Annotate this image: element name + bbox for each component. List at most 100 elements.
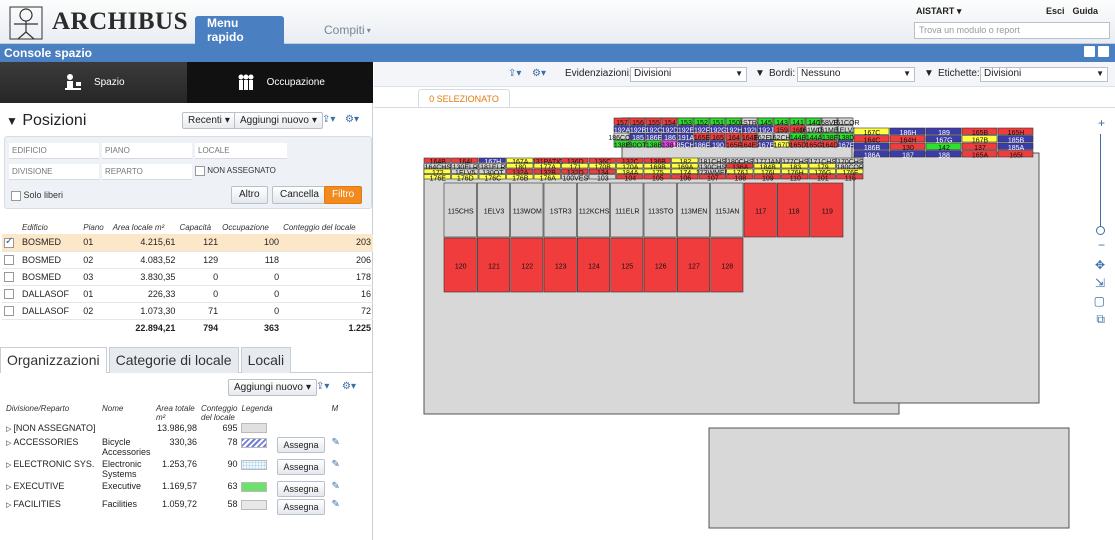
room-field[interactable]: LOCALE [195,143,287,159]
selected-count-tab[interactable]: 0 SELEZIONATO [418,89,510,107]
room-100VES[interactable]: 100VES [561,174,589,183]
floor-plan[interactable]: 157 156 155 154 153 152 151 150 1STR4 145 143 141 14… [374,108,1115,540]
col-capacity[interactable]: Capacità [177,220,220,234]
room-1STR3[interactable]: 1STR3 [543,182,577,238]
room-115JAN[interactable]: 115JAN [710,182,744,238]
cell-edit[interactable]: ✎ [329,498,370,516]
free-only-checkbox[interactable] [11,190,21,201]
fit-icon[interactable]: ⇲ [1095,276,1105,290]
logo[interactable]: ARCHIBUS [6,3,188,41]
filter-funnel-icon[interactable]: ▼ [755,68,765,79]
room-124[interactable]: 124 [577,237,610,293]
room-113WOM[interactable]: 113WOM [510,182,544,238]
export-icon[interactable]: ⇪▾ [322,114,335,125]
assign-button[interactable]: Assegna [277,481,325,497]
gear-icon[interactable]: ⚙▾ [532,68,546,79]
highlights-select[interactable]: Divisioni [630,67,747,82]
room-120[interactable]: 120 [443,237,477,293]
copy-icon[interactable]: ⧉ [1096,312,1105,327]
borders-select[interactable]: Nessuno [797,67,915,82]
cell-edit[interactable] [329,422,370,436]
col-floor[interactable]: Piano [81,220,110,234]
room-117[interactable]: 117 [743,182,777,238]
room-122[interactable]: 122 [510,237,544,293]
row-checkbox[interactable] [2,302,20,320]
cell-division[interactable]: ▷ EXECUTIVE [4,480,100,498]
room-126[interactable]: 126 [643,237,677,293]
assign-button[interactable]: Assegna [277,459,325,475]
cell-division[interactable]: ▷ ELECTRONIC SYS. [4,458,100,480]
org-row[interactable]: ▷ [NON ASSEGNATO] 13.986,98 695 [4,422,370,436]
room-112KCHS[interactable]: 112KCHS [577,182,610,238]
row-checkbox[interactable] [4,271,14,282]
mode-tab-spazio[interactable]: Spazio [0,62,187,103]
row-checkbox[interactable] [2,285,20,303]
room-113MEN[interactable]: 113MEN [676,182,710,238]
labels-select[interactable]: Divisioni [980,67,1108,82]
room-119[interactable]: 119 [810,182,844,238]
row-checkbox[interactable] [4,305,14,316]
floor-field[interactable]: PIANO [102,143,192,159]
mode-tab-occupazione[interactable]: Occupazione [186,62,373,103]
room-115CHS[interactable]: 115CHS [443,182,477,238]
floor-plan-area[interactable]: 157 156 155 154 153 152 151 150 1STR4 145 143 141 14… [374,107,1115,540]
col-area[interactable]: Area locale m² [111,220,178,234]
col-building[interactable]: Edificio [20,220,81,234]
org-row[interactable]: ▷ EXECUTIVE Executive 1.169,57 63 Assegna ✎ [4,480,370,498]
row-checkbox[interactable] [4,288,14,299]
pan-icon[interactable]: ✥ [1095,258,1105,272]
nav-compiti[interactable]: Compiti ▾ [312,16,383,44]
department-field[interactable]: REPARTO [102,164,192,180]
room-165G[interactable]: 165G [805,140,823,150]
division-field[interactable]: DIVISIONE [9,164,99,180]
room-167E[interactable]: 167E [757,140,775,150]
cell-edit[interactable]: ✎ [329,458,370,480]
pencil-icon[interactable]: ✎ [331,459,339,470]
add-new-org-button[interactable]: Aggiungi nuovo ▾ [228,379,317,396]
room-165D[interactable]: 165D [790,140,807,150]
print-icon[interactable] [1084,46,1095,57]
exit-link[interactable]: Esci [1046,6,1065,16]
room-186F[interactable]: 186F [693,140,710,150]
recent-button[interactable]: Recenti ▾ [182,112,236,129]
room-111ELR[interactable]: 111ELR [610,182,644,238]
gear-icon[interactable]: ⚙▾ [345,114,359,125]
zoom-out-icon[interactable]: − [1098,238,1105,252]
room-138B[interactable]: 138B [645,140,663,150]
col-legend[interactable]: Legenda [239,404,329,422]
export-icon[interactable]: ⇪▾ [508,68,521,79]
table-row[interactable]: DALLASOF 01 226,33 0 0 16 [2,285,373,303]
room-121[interactable]: 121 [477,237,510,293]
table-row[interactable]: DALLASOF 02 1.073,30 71 0 72 [2,302,373,320]
cell-division[interactable]: ▷ FACILITIES [4,498,100,516]
room-1ELV3[interactable]: 1ELV3 [477,182,510,238]
gear-icon[interactable]: ⚙▾ [342,381,356,392]
module-search-input[interactable]: Trova un modulo o report [914,22,1110,39]
clear-button[interactable]: Cancella [272,186,327,204]
col-division[interactable]: Divisione/Reparto [4,404,100,422]
filter-funnel-icon[interactable]: ▼ [924,68,934,79]
org-row[interactable]: ▷ ACCESSORIES Bicycle Accessories 330,36 78… [4,436,370,458]
locations-title[interactable]: ▼ Posizioni [6,112,86,130]
help-link[interactable]: Guida [1073,6,1099,16]
table-row[interactable]: BOSMED 03 3.830,35 0 0 178 [2,268,373,286]
window-zoom-icon[interactable]: ▢ [1094,294,1105,308]
col-more[interactable]: M [329,404,370,422]
nav-menu-rapido[interactable]: Menu rapido [195,16,284,44]
room-128[interactable]: 128 [710,237,744,293]
room-167D[interactable]: 167D [774,140,791,150]
zoom-in-icon[interactable]: + [1098,116,1105,130]
cell-edit[interactable]: ✎ [329,436,370,458]
assign-button[interactable]: Assegna [277,437,325,453]
room-190[interactable]: 190 [709,140,726,150]
row-checkbox[interactable] [2,234,20,252]
org-row[interactable]: ▷ ELECTRONIC SYS. Electronic Systems 1.253… [4,458,370,480]
building-field[interactable]: EDIFICIO [9,143,99,159]
row-checkbox[interactable] [4,236,14,248]
more-button[interactable]: Altro [231,186,268,204]
filter-button[interactable]: Filtro [324,186,363,204]
unassigned-checkbox-row[interactable]: NON ASSEGNATO [195,166,276,176]
col-total-area[interactable]: Area totale m² [154,404,199,422]
zoom-slider[interactable] [1100,134,1101,234]
table-row[interactable]: BOSMED 02 4.083,52 129 118 206 [2,251,373,269]
